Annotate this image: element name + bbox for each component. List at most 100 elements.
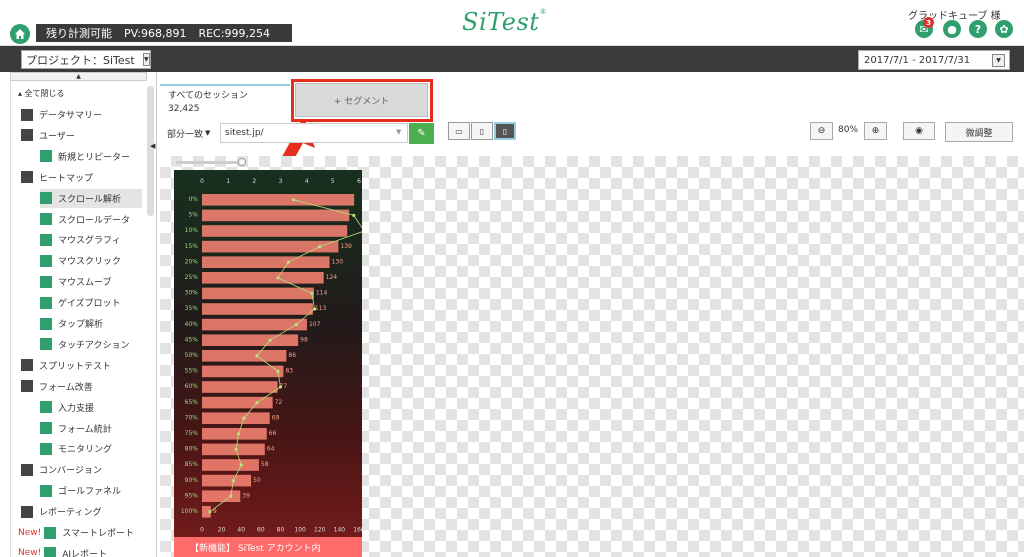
bar [202, 474, 252, 487]
zoom-level: 80% [838, 125, 859, 135]
bar [202, 287, 314, 300]
fine-tune-button[interactable]: 微調整 [945, 122, 1013, 142]
url-input[interactable] [220, 123, 408, 143]
bar [202, 365, 284, 378]
sidebar-item[interactable]: ユーザー [21, 126, 142, 145]
trend-point [208, 510, 212, 514]
scroll-icon [40, 192, 52, 205]
sidebar-item-label: 入力支援 [58, 403, 95, 414]
notification-badge: 3 [923, 17, 934, 28]
sidebar-item[interactable]: タップ解析 [40, 314, 142, 333]
bar [202, 459, 259, 471]
sidebar-item-label: タップ解析 [58, 320, 104, 330]
trend-point [291, 198, 296, 202]
sidebar-item[interactable]: コンバージョン [21, 460, 142, 479]
sidebar-item[interactable]: 入力支援 [40, 398, 142, 417]
sidebar-item-label: フォーム統計 [58, 424, 112, 435]
category-label: 85% [185, 461, 199, 468]
opacity-slider-handle[interactable] [238, 158, 246, 166]
sidebar-item-label: モニタリング [58, 445, 113, 456]
sidebar-item[interactable]: マウスムーブ [40, 272, 142, 291]
category-label: 15% [185, 243, 199, 250]
users-icon [40, 150, 52, 163]
home-icon[interactable] [10, 24, 30, 44]
zoom-in-button[interactable]: ⊕ [864, 122, 887, 140]
sidebar-item-label: レポーティング [39, 508, 102, 519]
sidebar-item-label: ヒートマップ [39, 173, 94, 184]
trend-point [234, 447, 238, 451]
sidebar-scrollbar[interactable] [147, 86, 154, 216]
value-label: 58 [261, 461, 269, 468]
category-label: 100% [181, 508, 198, 515]
report-icon [21, 505, 33, 518]
sidebar-item[interactable]: スクロールデータ [40, 210, 142, 229]
edit-url-button[interactable]: ✎ [409, 123, 434, 144]
sidebar-item[interactable]: タッチアクション [40, 335, 142, 354]
opacity-slider[interactable] [176, 161, 243, 164]
sidebar-item[interactable]: マウスグラフィ [40, 230, 142, 249]
bar [202, 272, 324, 284]
sidebar-item[interactable]: New! スマートレポート [18, 523, 142, 542]
value-label: 98 [300, 336, 308, 343]
scroll-chart: 01234560204060801001201401600%5%10%15%13… [181, 178, 362, 534]
category-label: 0% [188, 196, 198, 203]
desktop-device-button[interactable]: ▭ [448, 122, 470, 140]
sidebar-item[interactable]: New! AIレポート [18, 544, 142, 557]
bar [202, 490, 241, 502]
category-label: 35% [185, 305, 199, 312]
value-label: 86 [288, 352, 296, 359]
sidebar-item-label: スクロール解析 [58, 194, 122, 205]
zoom-in-icon: ⊕ [871, 126, 880, 136]
segment-all-sessions[interactable]: すべてのセッション 32,425 [160, 84, 290, 118]
sidebar-item-label: スプリットテスト [39, 361, 112, 372]
sidebar-item-label: ゲイズプロット [58, 299, 121, 310]
top-tick-label: 4 [305, 178, 309, 185]
value-label: 50 [253, 477, 261, 484]
category-label: 90% [185, 477, 199, 484]
trend-point [237, 432, 241, 436]
collapse-sidebar-icon[interactable]: ◀ [150, 142, 155, 150]
date-range-select[interactable]: 2017/7/1 - 2017/7/31 ▼ [858, 50, 1010, 70]
match-type-select[interactable]: 部分一致 ▼ [167, 123, 219, 143]
toggle-icon [21, 359, 33, 372]
sidebar-scroll-up-button[interactable]: ▲ [10, 72, 147, 81]
bar [202, 443, 265, 456]
rec-count: REC:999,254 [198, 26, 270, 40]
bar [202, 209, 350, 222]
smartphone-device-button[interactable]: ▯ [494, 122, 516, 140]
quota-bar: 残り計測可能 PV:968,891 REC:999,254 [36, 24, 292, 42]
sidebar-item[interactable]: フォーム改善 [21, 377, 142, 396]
project-select[interactable]: プロジェクト：SiTest ▼ [21, 50, 151, 69]
bottom-tick-label: 0 [200, 527, 204, 534]
tablet-device-button[interactable]: ▯ [471, 122, 493, 140]
segment-all-label: すべてのセッション [168, 91, 249, 101]
category-label: 75% [185, 430, 199, 437]
sidebar-item[interactable]: ゴールファネル [40, 481, 142, 500]
help-icon[interactable]: ? [969, 20, 987, 38]
sidebar-item[interactable]: モニタリング [40, 439, 142, 458]
category-label: 50% [185, 352, 199, 359]
sidebar-item[interactable]: マウスクリック [40, 251, 142, 270]
sidebar-item[interactable]: レポーティング [21, 502, 142, 521]
sidebar-item[interactable]: ヒートマップ [21, 168, 142, 187]
top-tick-label: 0 [200, 178, 204, 185]
sidebar-item[interactable]: 新規とリピーター [40, 147, 142, 166]
sidebar-item[interactable]: データサマリー [21, 105, 142, 124]
sidebar-item[interactable]: フォーム統計 [40, 419, 142, 438]
sidebar-item[interactable]: スクロール解析 [40, 188, 142, 208]
smartphone-icon: ▯ [502, 126, 508, 136]
ai-icon [44, 547, 57, 557]
settings-icon[interactable]: ✿ [995, 20, 1013, 38]
sidebar-item-label: コンバージョン [39, 466, 102, 477]
bar [202, 396, 273, 409]
visibility-toggle-button[interactable]: ◉ [903, 122, 935, 140]
scroll-data-icon [40, 213, 52, 225]
value-label: 66 [269, 430, 277, 437]
tap-icon [40, 317, 52, 330]
user-icon[interactable]: ● [943, 20, 961, 38]
sidebar-item[interactable]: スプリットテスト [21, 356, 142, 375]
sidebar-item[interactable]: ゲイズプロット [40, 293, 142, 312]
value-label: 139 [340, 243, 352, 250]
zoom-out-button[interactable]: ⊖ [810, 122, 833, 140]
collapse-all-link[interactable]: ▴ 全て閉じる [18, 88, 65, 99]
